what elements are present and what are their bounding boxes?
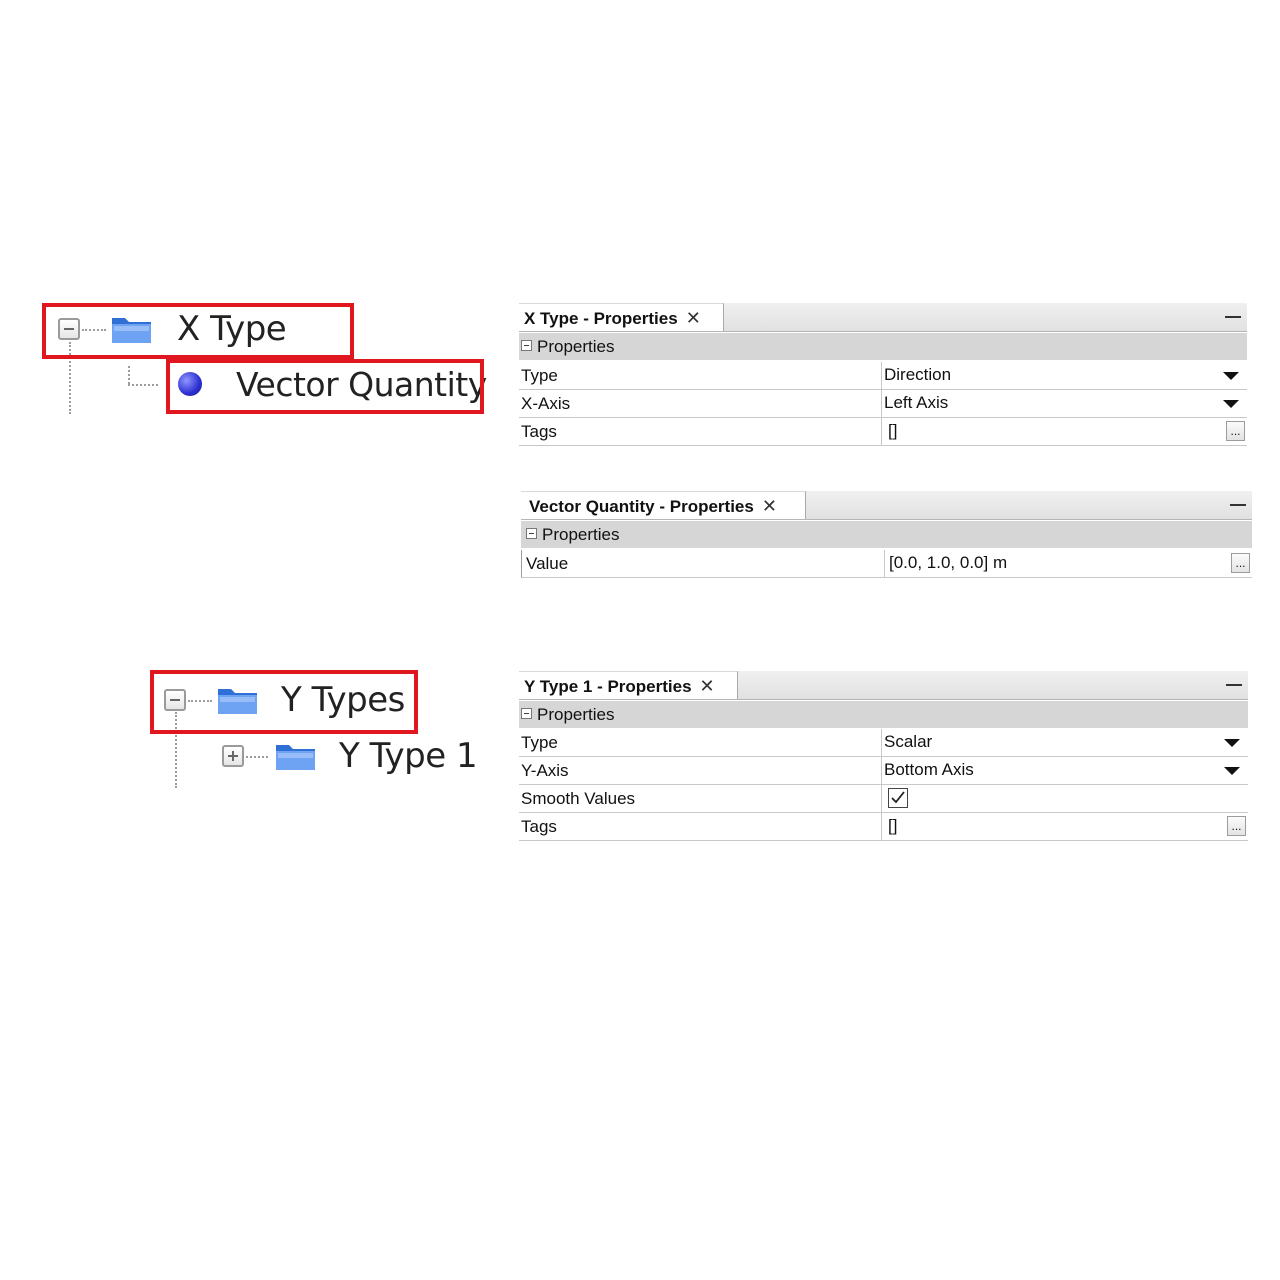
dropdown-arrow-icon[interactable] — [1223, 372, 1239, 380]
tags-field[interactable]: [] ... — [881, 418, 1247, 445]
property-value: Bottom Axis — [884, 760, 974, 779]
property-key: Y-Axis — [521, 761, 569, 780]
property-value: Direction — [884, 365, 952, 384]
property-key: Value — [526, 554, 569, 573]
collapse-icon[interactable] — [521, 708, 532, 719]
folder-icon — [276, 745, 315, 770]
dropdown-arrow-icon[interactable] — [1224, 739, 1240, 747]
property-key: X-Axis — [521, 394, 571, 413]
value-field[interactable]: [0.0, 1.0, 0.0] m ... — [884, 550, 1252, 577]
property-key: Smooth Values — [521, 789, 636, 808]
panel-tab-bar: Vector Quantity - Properties ✕ — [521, 491, 1252, 520]
collapse-icon[interactable] — [526, 528, 537, 539]
tab-title: Y Type 1 - Properties — [524, 677, 692, 696]
ellipsis-button[interactable]: ... — [1231, 553, 1250, 573]
collapse-icon[interactable] — [521, 340, 532, 351]
property-key: Type — [521, 733, 558, 752]
tree-child-connector — [246, 756, 268, 758]
property-row-x-axis: X-Axis Left Axis — [519, 390, 1247, 418]
property-value: [0.0, 1.0, 0.0] m — [889, 553, 1008, 572]
section-label: Properties — [542, 525, 620, 544]
x-type-properties-panel: X Type - Properties ✕ Properties Type Dir… — [519, 303, 1247, 446]
smooth-values-checkbox[interactable] — [888, 788, 908, 808]
properties-tab[interactable]: Vector Quantity - Properties ✕ — [521, 491, 806, 519]
property-value: [] — [888, 421, 898, 440]
property-key: Tags — [521, 817, 557, 836]
panel-tab-bar: Y Type 1 - Properties ✕ — [519, 671, 1248, 700]
tab-title: Vector Quantity - Properties — [529, 497, 754, 516]
minimize-icon[interactable] — [1226, 684, 1242, 686]
close-icon[interactable]: ✕ — [762, 492, 777, 520]
properties-section-header[interactable]: Properties — [519, 701, 1248, 728]
property-row-tags: Tags [] ... — [519, 418, 1247, 446]
highlight-box — [150, 670, 418, 734]
tree-child-connector — [128, 384, 158, 386]
ellipsis-button[interactable]: ... — [1226, 421, 1245, 441]
x-axis-dropdown[interactable]: Left Axis — [881, 390, 1247, 417]
type-dropdown[interactable]: Direction — [881, 362, 1247, 389]
property-key: Type — [521, 366, 558, 385]
tags-field[interactable]: [] ... — [881, 813, 1248, 840]
section-label: Properties — [537, 705, 615, 724]
property-value: Left Axis — [884, 393, 949, 412]
section-label: Properties — [537, 337, 615, 356]
highlight-box — [42, 303, 354, 359]
property-row-type: Type Scalar — [519, 729, 1248, 757]
check-icon — [891, 791, 905, 804]
type-dropdown[interactable]: Scalar — [881, 729, 1248, 756]
properties-section-header[interactable]: Properties — [519, 333, 1247, 360]
property-value: [] — [888, 816, 898, 835]
minimize-icon[interactable] — [1230, 504, 1246, 506]
properties-tab[interactable]: X Type - Properties ✕ — [519, 303, 724, 331]
y-axis-dropdown[interactable]: Bottom Axis — [881, 757, 1248, 784]
dropdown-arrow-icon[interactable] — [1224, 767, 1240, 775]
close-icon[interactable]: ✕ — [686, 304, 701, 332]
properties-section-header[interactable]: Properties — [521, 521, 1252, 548]
property-row-value: Value [0.0, 1.0, 0.0] m ... — [521, 550, 1252, 578]
plus-box-icon[interactable] — [222, 745, 244, 767]
property-row-type: Type Direction — [519, 362, 1247, 390]
property-row-y-axis: Y-Axis Bottom Axis — [519, 757, 1248, 785]
y-type-1-properties-panel: Y Type 1 - Properties ✕ Properties Type S… — [519, 671, 1248, 842]
tab-title: X Type - Properties — [524, 309, 678, 328]
close-icon[interactable]: ✕ — [700, 672, 715, 700]
property-key: Tags — [521, 422, 557, 441]
tree-item-label[interactable]: Y Type 1 — [339, 736, 478, 776]
highlight-box — [166, 359, 484, 414]
ellipsis-button[interactable]: ... — [1227, 816, 1246, 836]
dropdown-arrow-icon[interactable] — [1223, 400, 1239, 408]
vector-quantity-properties-panel: Vector Quantity - Properties ✕ Properties… — [521, 491, 1252, 579]
property-value: Scalar — [884, 732, 933, 751]
tree-child-guide — [128, 366, 130, 384]
property-row-tags: Tags [] ... — [519, 813, 1248, 841]
panel-tab-bar: X Type - Properties ✕ — [519, 303, 1247, 332]
minimize-icon[interactable] — [1225, 316, 1241, 318]
properties-tab[interactable]: Y Type 1 - Properties ✕ — [519, 671, 738, 699]
property-row-smooth-values: Smooth Values — [519, 785, 1248, 813]
smooth-values-cell — [881, 785, 1248, 812]
